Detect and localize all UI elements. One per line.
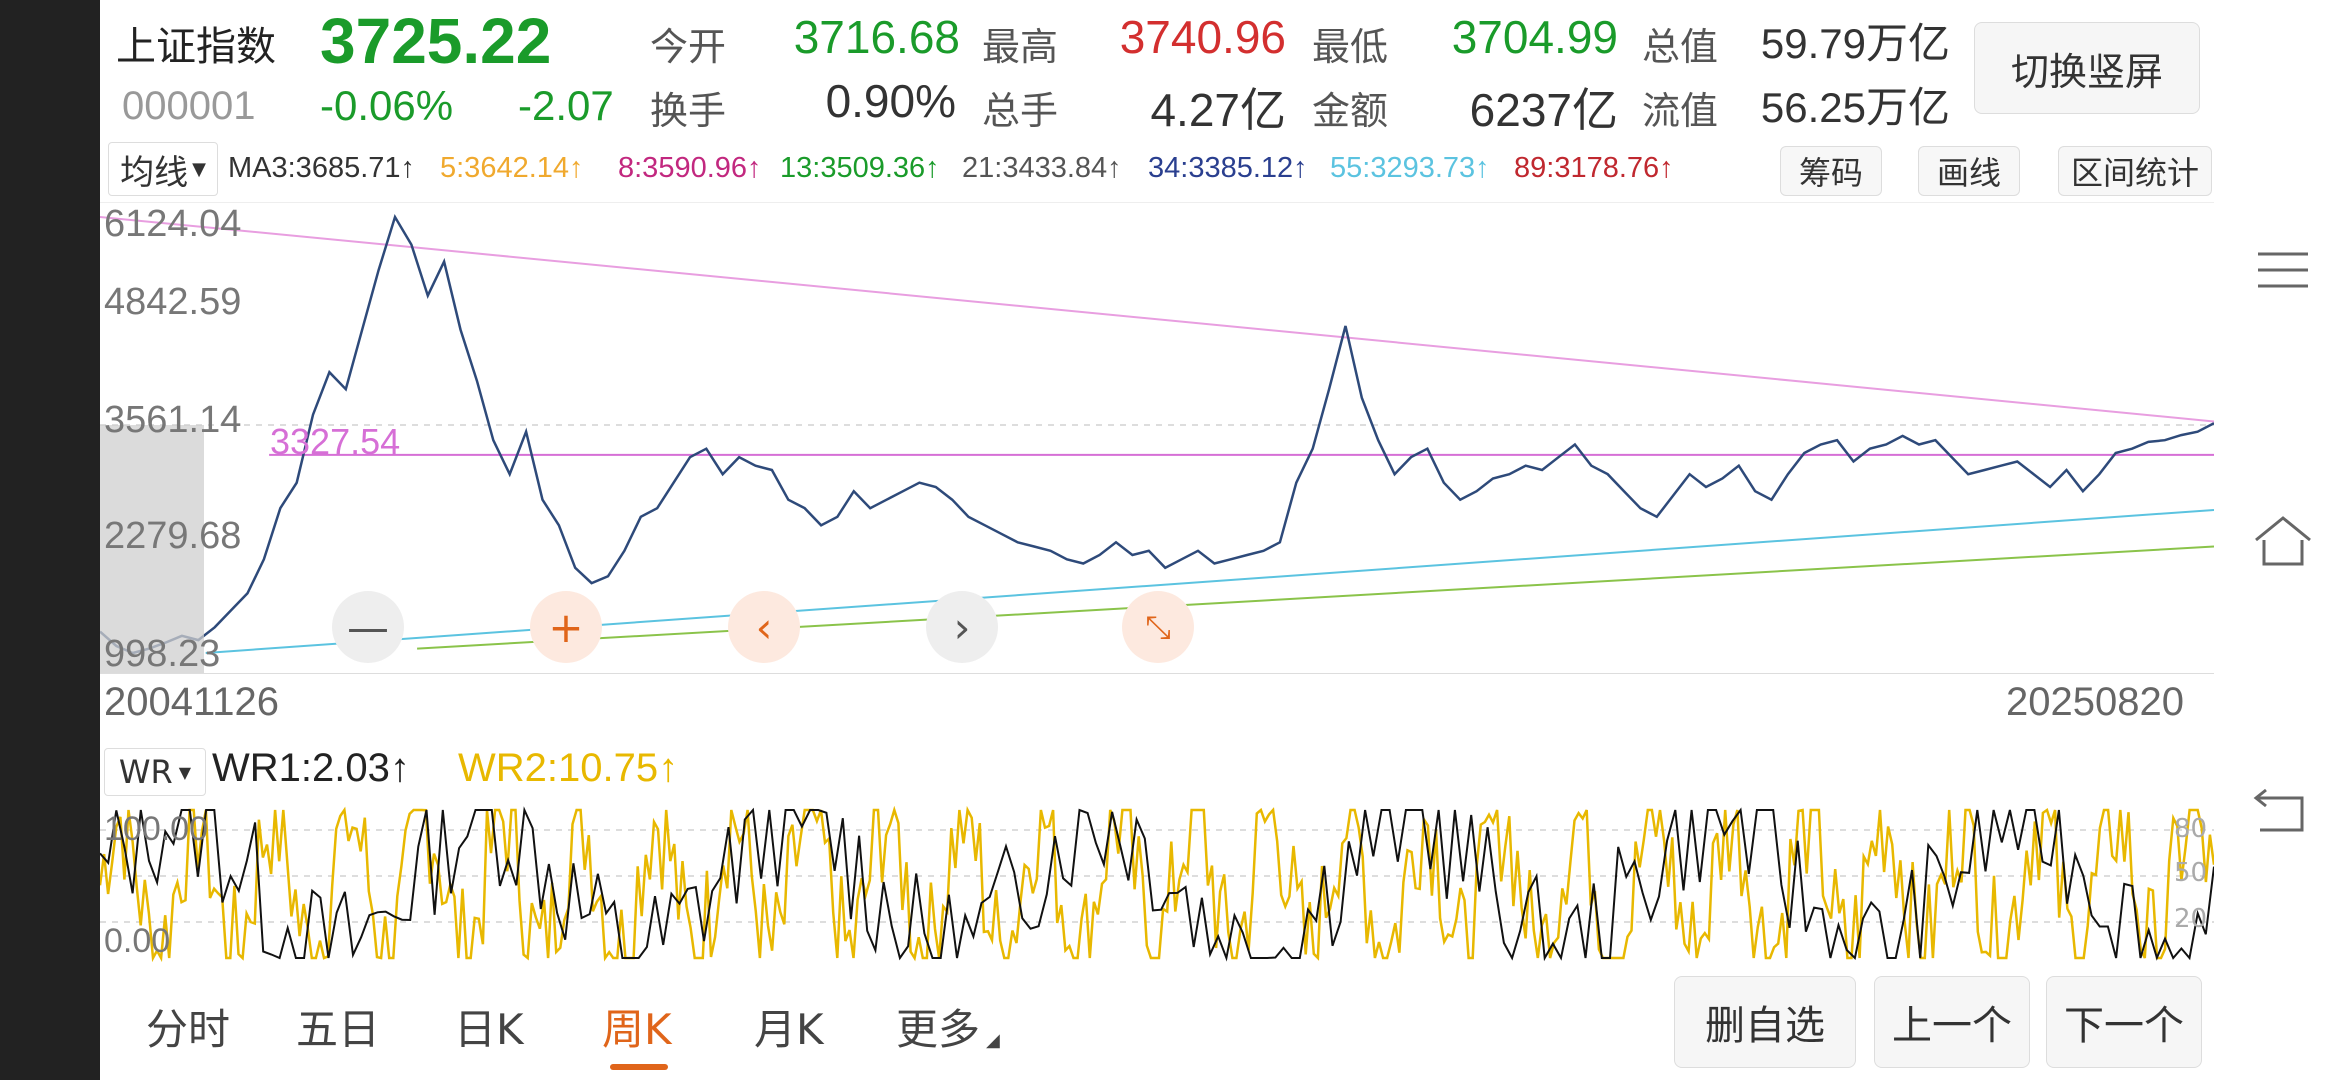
wr-chart-svg bbox=[100, 806, 2214, 962]
wr-indicator-chart[interactable]: 100.00 0.00 80 50 20 bbox=[100, 806, 2214, 962]
chevron-left-icon: ‹ bbox=[755, 602, 773, 652]
stat-value-float-value: 56.25万亿 bbox=[1760, 84, 1950, 131]
price-change: -2.07 bbox=[518, 82, 614, 129]
price-series-line bbox=[100, 213, 2214, 655]
stock-name: 上证指数 bbox=[116, 24, 276, 70]
y-tick-label: 4842.59 bbox=[104, 281, 242, 323]
wr-right-tick: 20 bbox=[2174, 904, 2208, 934]
chevron-down-icon: ▼ bbox=[192, 158, 206, 180]
ma3-value: MA3:3685.71↑ bbox=[228, 152, 416, 184]
stat-value-turnover: 0.90% bbox=[825, 75, 956, 127]
ma89-value: 89:3178.76↑ bbox=[1514, 152, 1674, 184]
collapse-arrows-icon: ⤡ bbox=[1145, 607, 1171, 646]
current-price: 3725.22 bbox=[320, 5, 552, 77]
switch-portrait-button[interactable]: 切换竖屏 bbox=[1974, 22, 2200, 114]
stat-label-volume: 总手 bbox=[982, 89, 1059, 133]
home-icon[interactable] bbox=[2248, 510, 2318, 570]
left-edge-bar bbox=[0, 0, 100, 1080]
ma8-value: 8:3590.96↑ bbox=[618, 152, 762, 184]
tab-weekly-k[interactable]: 周K bbox=[602, 996, 672, 1057]
ma5-value: 5:3642.14↑ bbox=[440, 152, 584, 184]
collapse-button[interactable]: ⤡ bbox=[1122, 591, 1194, 663]
wr1-value: WR1:2.03↑ bbox=[212, 746, 410, 790]
stat-label-high: 最高 bbox=[982, 25, 1059, 69]
next-button[interactable]: 下一个 bbox=[2046, 976, 2202, 1068]
trend-line-3 bbox=[417, 545, 2214, 650]
ma-selector[interactable]: 均线 ▼ bbox=[108, 142, 218, 196]
stat-label-open: 今开 bbox=[650, 25, 727, 69]
trend-line-0 bbox=[100, 216, 2214, 423]
chevron-down-icon: ▼ bbox=[178, 762, 192, 782]
x-start-date: 20041126 bbox=[104, 680, 279, 724]
remove-watchlist-button[interactable]: 删自选 bbox=[1674, 976, 1856, 1068]
chevron-right-icon: › bbox=[953, 602, 971, 652]
active-tab-indicator bbox=[610, 1064, 668, 1070]
zoom-in-button[interactable]: + bbox=[530, 591, 602, 663]
plus-icon: + bbox=[548, 602, 584, 652]
stat-value-amount: 6237亿 bbox=[1469, 84, 1618, 136]
back-icon[interactable] bbox=[2248, 780, 2318, 840]
ma-selector-label: 均线 bbox=[120, 152, 189, 193]
menu-icon[interactable] bbox=[2248, 240, 2318, 300]
y-tick-label: 2279.68 bbox=[104, 515, 242, 557]
ma13-value: 13:3509.36↑ bbox=[780, 152, 940, 184]
indicator-selector-label: WR bbox=[118, 753, 173, 791]
range-stats-button[interactable]: 区间统计 bbox=[2058, 146, 2212, 196]
more-corner-icon: ◢ bbox=[986, 1030, 1000, 1051]
wr-right-tick: 50 bbox=[2174, 858, 2208, 888]
ma34-value: 34:3385.12↑ bbox=[1148, 152, 1308, 184]
y-tick-label: 998.23 bbox=[104, 633, 221, 675]
indicator-selector[interactable]: WR ▼ bbox=[104, 748, 206, 796]
ma55-value: 55:3293.73↑ bbox=[1330, 152, 1490, 184]
stock-code: 000001 bbox=[122, 84, 256, 128]
y-tick-label: 3561.14 bbox=[104, 399, 242, 441]
wr-right-tick: 80 bbox=[2174, 814, 2208, 844]
chips-button[interactable]: 筹码 bbox=[1780, 146, 1882, 196]
previous-button[interactable]: 上一个 bbox=[1874, 976, 2030, 1068]
hline-label: 3327.54 bbox=[270, 421, 401, 462]
percent-change: -0.06% bbox=[320, 82, 454, 129]
wr-top-label: 100.00 bbox=[104, 810, 208, 848]
x-end-date: 20250820 bbox=[2006, 680, 2184, 724]
wr2-value: WR2:10.75↑ bbox=[458, 746, 679, 790]
stat-value-high: 3740.96 bbox=[1119, 11, 1286, 63]
stat-value-open: 3716.68 bbox=[793, 11, 960, 63]
draw-line-button[interactable]: 画线 bbox=[1918, 146, 2020, 196]
tab-intraday[interactable]: 分时 bbox=[146, 996, 230, 1057]
trend-line-2 bbox=[205, 508, 2214, 654]
tab-five-day[interactable]: 五日 bbox=[296, 996, 380, 1057]
stat-label-turnover: 换手 bbox=[650, 89, 727, 133]
stat-value-low: 3704.99 bbox=[1451, 11, 1618, 63]
kline-chart[interactable]: 6124.04 4842.59 3561.14 2279.68 998.23 3… bbox=[100, 202, 2214, 675]
tab-monthly-k[interactable]: 月K bbox=[754, 996, 824, 1057]
stat-label-amount: 金额 bbox=[1312, 89, 1389, 133]
zoom-out-button[interactable]: — bbox=[332, 591, 404, 663]
y-tick-label: 6124.04 bbox=[104, 203, 242, 245]
stat-value-volume: 4.27亿 bbox=[1150, 84, 1286, 136]
wr2-series-line bbox=[100, 806, 2214, 962]
stat-label-float-value: 流值 bbox=[1642, 89, 1719, 133]
stat-label-total-value: 总值 bbox=[1642, 25, 1719, 69]
ma21-value: 21:3433.84↑ bbox=[962, 152, 1122, 184]
stat-label-low: 最低 bbox=[1312, 25, 1389, 69]
wr-bottom-label: 0.00 bbox=[104, 922, 171, 960]
tab-daily-k[interactable]: 日K bbox=[454, 996, 524, 1057]
tab-more[interactable]: 更多 bbox=[896, 996, 980, 1057]
minus-icon: — bbox=[347, 602, 389, 652]
scroll-right-button[interactable]: › bbox=[926, 591, 998, 663]
scroll-left-button[interactable]: ‹ bbox=[728, 591, 800, 663]
stat-value-total-value: 59.79万亿 bbox=[1760, 20, 1950, 67]
